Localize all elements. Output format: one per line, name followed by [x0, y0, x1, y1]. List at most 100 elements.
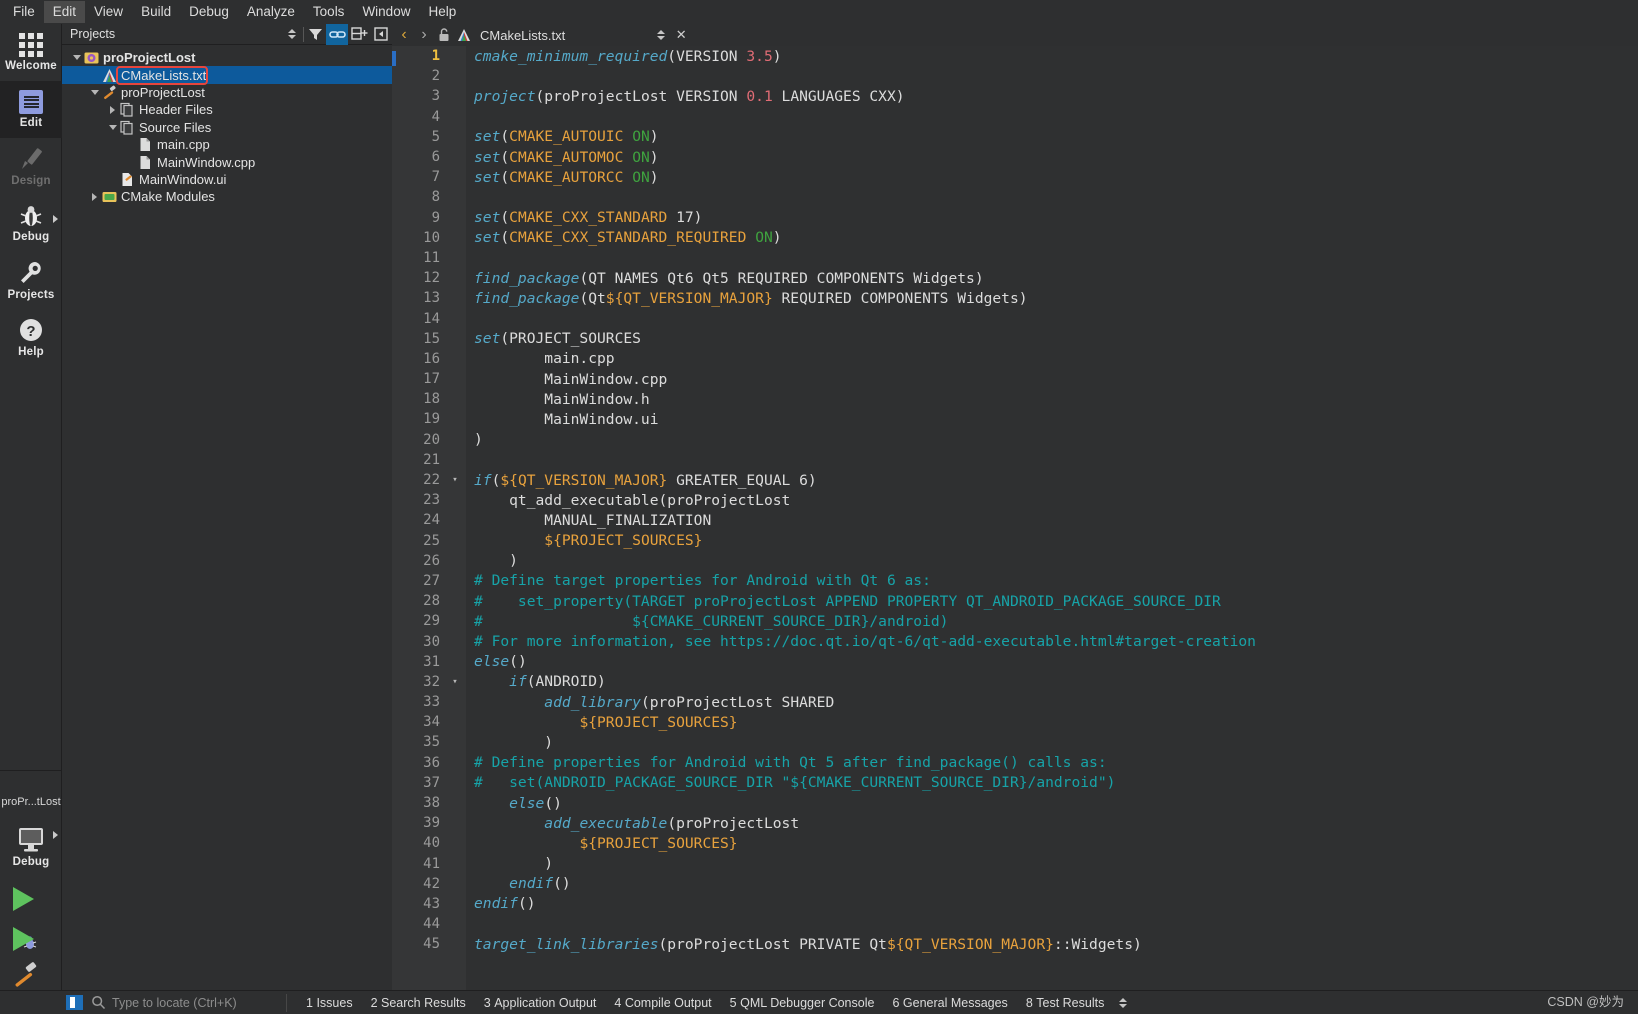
code-area[interactable]: 1 cmake_minimum_required(VERSION 3.5) 2 3 pr… [392, 46, 1638, 990]
code-line[interactable]: 18 MainWindow.h [392, 389, 1638, 409]
fold-marker[interactable]: ▾ [444, 677, 466, 687]
tree-twisty[interactable] [106, 124, 119, 130]
mode-design[interactable]: Design [0, 138, 62, 195]
code-line[interactable]: 16 main.cpp [392, 349, 1638, 369]
menu-item-tools[interactable]: Tools [304, 1, 354, 23]
code-line[interactable]: 24 MANUAL_FINALIZATION [392, 510, 1638, 530]
code-line[interactable]: 33 add_library(proProjectLost SHARED [392, 692, 1638, 712]
tree-item-proprojectlost[interactable]: proProjectLost [62, 84, 392, 101]
code-line[interactable]: 13 find_package(Qt${QT_VERSION_MAJOR} REQ… [392, 288, 1638, 308]
code-line[interactable]: 12 find_package(QT NAMES Qt6 Qt5 REQUIRED… [392, 268, 1638, 288]
mode-edit[interactable]: Edit [0, 81, 62, 138]
filter-icon[interactable] [304, 24, 326, 45]
code-line[interactable]: 3 project(proProjectLost VERSION 0.1 LANG… [392, 86, 1638, 106]
code-line[interactable]: 11 [392, 248, 1638, 268]
code-line[interactable]: 31 else() [392, 652, 1638, 672]
code-line[interactable]: 1 cmake_minimum_required(VERSION 3.5) [392, 46, 1638, 66]
chevron-down-icon[interactable] [90, 89, 99, 95]
code-line[interactable]: 14 [392, 308, 1638, 328]
code-line[interactable]: 9 set(CMAKE_CXX_STANDARD 17) [392, 208, 1638, 228]
code-line[interactable]: 28 # set_property(TARGET proProjectLost A… [392, 591, 1638, 611]
menu-item-build[interactable]: Build [132, 1, 180, 23]
menu-item-view[interactable]: View [85, 1, 132, 23]
kit-selector-button[interactable]: Debug [0, 819, 62, 876]
mode-projects[interactable]: Projects [0, 252, 62, 309]
menu-item-file[interactable]: File [4, 1, 44, 23]
link-icon[interactable] [326, 23, 348, 45]
output-pane-compile-output[interactable]: 4 Compile Output [605, 996, 720, 1010]
fold-marker[interactable]: ▾ [444, 475, 466, 485]
tree-twisty[interactable] [106, 105, 119, 114]
unlocked-icon[interactable] [434, 24, 454, 46]
code-line[interactable]: 26 ) [392, 551, 1638, 571]
editor-tab-filename[interactable]: CMakeLists.txt [474, 28, 565, 43]
tree-item-main-cpp[interactable]: main.cpp [62, 136, 392, 153]
code-line[interactable]: 29 # ${CMAKE_CURRENT_SOURCE_DIR}/android) [392, 611, 1638, 631]
tree-item-cmake-modules[interactable]: CMake Modules [62, 188, 392, 205]
menu-item-edit[interactable]: Edit [43, 1, 86, 23]
chevron-right-icon[interactable] [110, 105, 115, 114]
code-line[interactable]: 43 endif() [392, 894, 1638, 914]
code-line[interactable]: 37 # set(ANDROID_PACKAGE_SOURCE_DIR "${CM… [392, 773, 1638, 793]
output-pane-qml-debugger-console[interactable]: 5 QML Debugger Console [721, 996, 884, 1010]
sync-updown-icon[interactable] [281, 24, 303, 45]
tree-twisty[interactable] [88, 192, 101, 201]
chevron-right-icon[interactable] [92, 192, 97, 201]
menu-item-debug[interactable]: Debug [180, 1, 238, 23]
code-line[interactable]: 10 set(CMAKE_CXX_STANDARD_REQUIRED ON) [392, 228, 1638, 248]
tree-item-mainwindow-ui[interactable]: MainWindow.ui [62, 171, 392, 188]
code-line[interactable]: 34 ${PROJECT_SOURCES} [392, 712, 1638, 732]
menu-item-help[interactable]: Help [419, 1, 465, 23]
tree-twisty[interactable] [70, 55, 83, 61]
code-line[interactable]: 8 [392, 187, 1638, 207]
close-icon[interactable]: ✕ [671, 24, 691, 46]
menu-item-analyze[interactable]: Analyze [238, 1, 304, 23]
code-line[interactable]: 35 ) [392, 732, 1638, 752]
code-line[interactable]: 36 # Define properties for Android with Q… [392, 753, 1638, 773]
code-line[interactable]: 20) [392, 430, 1638, 450]
code-line[interactable]: 7 set(CMAKE_AUTORCC ON) [392, 167, 1638, 187]
tree-item-source-files[interactable]: Source Files [62, 119, 392, 136]
output-pane-dropdown-icon[interactable] [1113, 992, 1133, 1014]
mode-help[interactable]: ? Help [0, 309, 62, 366]
active-kit-project-label[interactable]: proPr...tLost [0, 796, 62, 808]
mode-debug[interactable]: Debug [0, 195, 62, 252]
code-line[interactable]: 2 [392, 66, 1638, 86]
sidebar-toggle-button[interactable] [66, 995, 83, 1010]
tree-twisty[interactable] [88, 89, 101, 95]
chevron-down-icon[interactable] [108, 124, 117, 130]
output-pane-search-results[interactable]: 2 Search Results [362, 996, 475, 1010]
output-pane-test-results[interactable]: 8 Test Results [1017, 996, 1114, 1010]
output-pane-application-output[interactable]: 3 Application Output [475, 996, 606, 1010]
code-line[interactable]: 4 [392, 107, 1638, 127]
code-line[interactable]: 27 # Define target properties for Android… [392, 571, 1638, 591]
code-line[interactable]: 45 target_link_libraries(proProjectLost P… [392, 934, 1638, 954]
mode-welcome[interactable]: Welcome [0, 24, 62, 81]
editor-file-dropdown-icon[interactable] [651, 24, 671, 46]
code-line[interactable]: 23 qt_add_executable(proProjectLost [392, 490, 1638, 510]
code-line[interactable]: 21 [392, 450, 1638, 470]
code-line[interactable]: 41 ) [392, 854, 1638, 874]
code-line[interactable]: 6 set(CMAKE_AUTOMOC ON) [392, 147, 1638, 167]
code-line[interactable]: 30 # For more information, see https://do… [392, 631, 1638, 651]
code-line[interactable]: 19 MainWindow.ui [392, 409, 1638, 429]
code-line[interactable]: 5 set(CMAKE_AUTOUIC ON) [392, 127, 1638, 147]
tree-item-cmakelists-txt[interactable]: CMakeLists.txt [62, 65, 392, 85]
nav-back-button[interactable]: ‹ [394, 24, 414, 46]
code-line[interactable]: 40 ${PROJECT_SOURCES} [392, 833, 1638, 853]
code-line[interactable]: 15 set(PROJECT_SOURCES [392, 329, 1638, 349]
code-line[interactable]: 42 endif() [392, 874, 1638, 894]
menu-item-window[interactable]: Window [353, 1, 419, 23]
output-pane-general-messages[interactable]: 6 General Messages [883, 996, 1016, 1010]
locator-field[interactable]: Type to locate (Ctrl+K) [91, 995, 276, 1010]
code-line[interactable]: 17 MainWindow.cpp [392, 369, 1638, 389]
debug-button[interactable] [0, 920, 62, 958]
project-tree[interactable]: proProjectLost CMakeLists.txt proProjectLo… [62, 46, 392, 990]
code-line[interactable]: 44 [392, 914, 1638, 934]
split-add-icon[interactable] [348, 24, 370, 45]
output-pane-issues[interactable]: 1 Issues [297, 996, 362, 1010]
tree-item-proprojectlost[interactable]: proProjectLost [62, 49, 392, 66]
code-line[interactable]: 32 ▾ if(ANDROID) [392, 672, 1638, 692]
code-line[interactable]: 22 ▾ if(${QT_VERSION_MAJOR} GREATER_EQUAL … [392, 470, 1638, 490]
run-button[interactable] [0, 880, 62, 918]
